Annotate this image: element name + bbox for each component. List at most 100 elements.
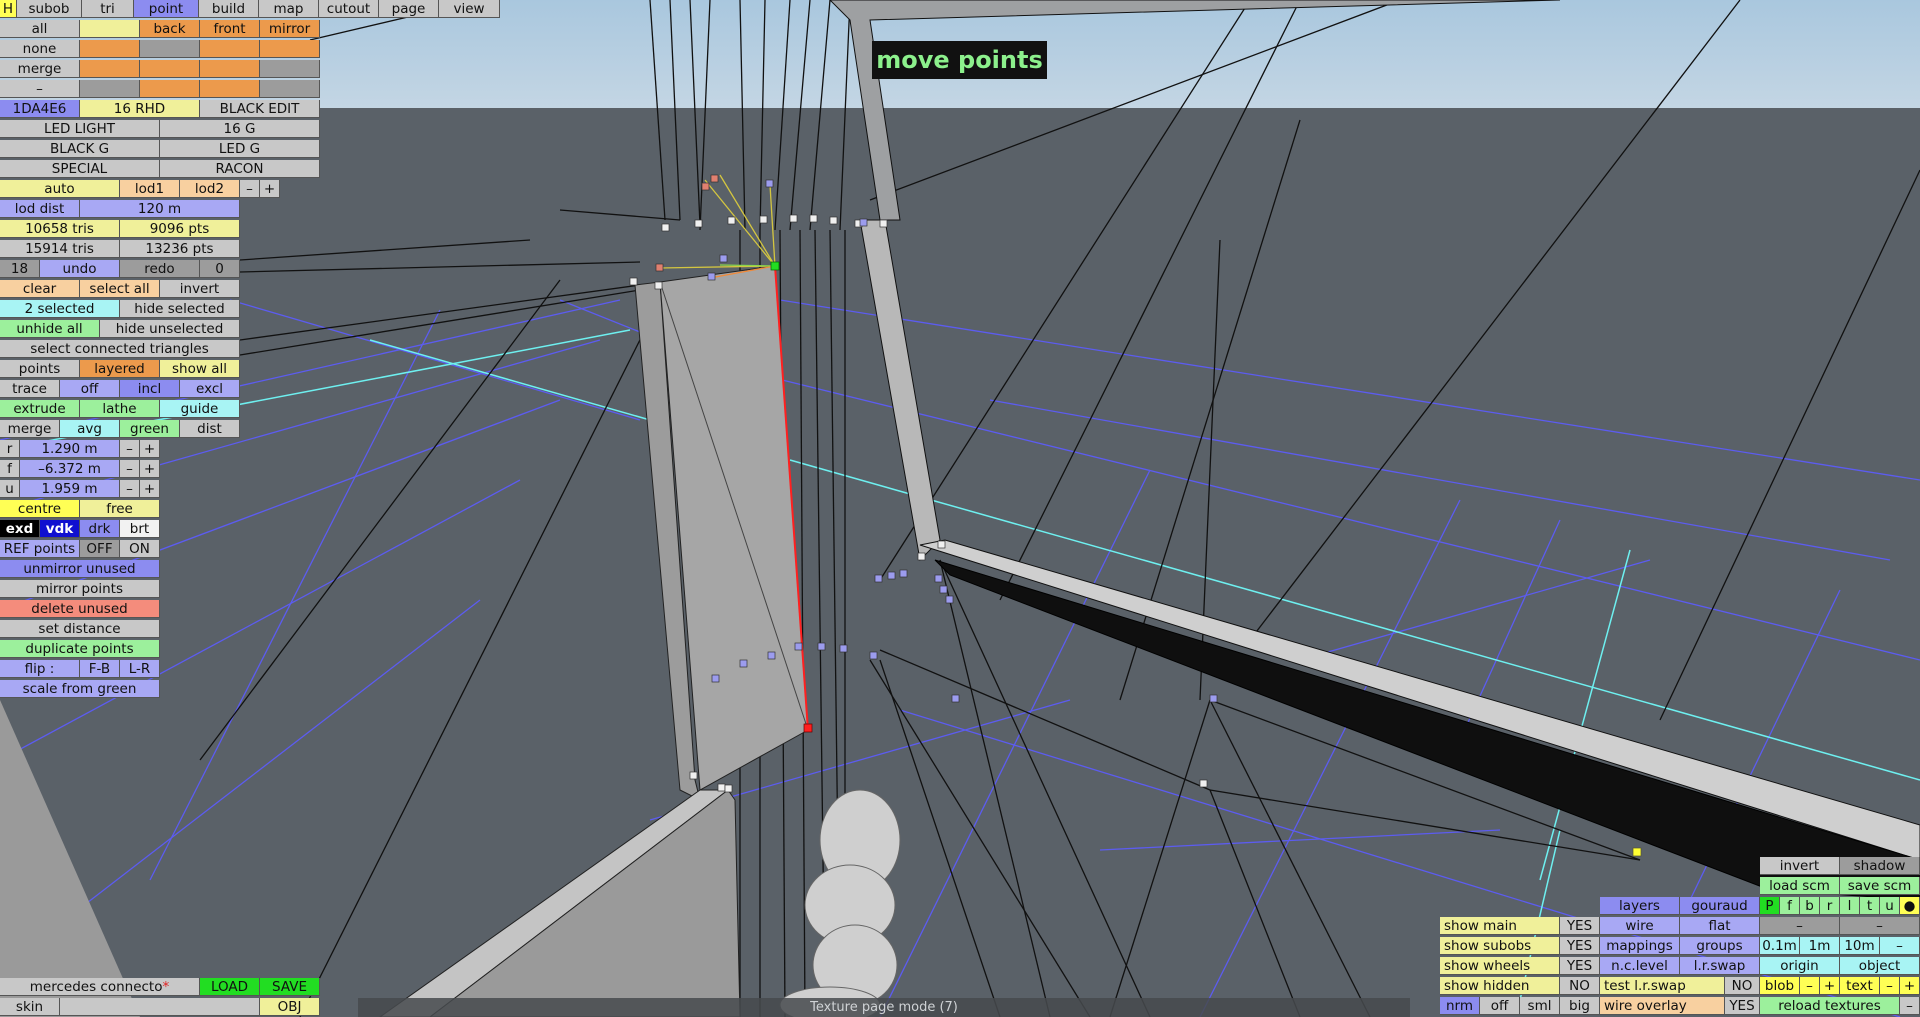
view-r-button[interactable]: r — [1820, 897, 1840, 915]
wire-overlay-value[interactable]: YES — [1725, 997, 1760, 1015]
tri-tab[interactable]: tri — [82, 0, 134, 18]
select-all-side[interactable]: all — [0, 20, 80, 38]
swatch[interactable] — [140, 80, 200, 98]
delete-unused-button[interactable]: delete unused — [0, 600, 160, 618]
object-button[interactable]: object — [1840, 957, 1920, 975]
trace-off[interactable]: off — [60, 380, 120, 398]
ref-on-button[interactable]: ON — [120, 540, 160, 558]
merge-button[interactable]: merge — [0, 420, 60, 438]
trace-incl[interactable]: incl — [120, 380, 180, 398]
material-led-g[interactable]: LED G — [160, 140, 320, 158]
nc-level-button[interactable]: n.c.level — [1600, 957, 1680, 975]
front-button[interactable]: front — [200, 20, 260, 38]
r-plus[interactable]: + — [140, 440, 160, 458]
h-button[interactable]: H — [0, 0, 17, 18]
mappings-button[interactable]: mappings — [1600, 937, 1680, 955]
material-code[interactable]: 1DA4E6 — [0, 100, 80, 118]
scale-from-green-button[interactable]: scale from green — [0, 680, 160, 698]
material-black-edit[interactable]: BLACK EDIT — [200, 100, 320, 118]
set-distance-button[interactable]: set distance — [0, 620, 160, 638]
mirror-button[interactable]: mirror — [260, 20, 320, 38]
material-16g[interactable]: 16 G — [160, 120, 320, 138]
view-dot-button[interactable]: ● — [1900, 897, 1920, 915]
show-hidden-value[interactable]: NO — [1560, 977, 1600, 995]
reload-textures-button[interactable]: reload textures — [1760, 997, 1900, 1015]
grid-1m[interactable]: 1m — [1800, 937, 1840, 955]
size-sml[interactable]: sml — [1520, 997, 1560, 1015]
hide-unselected-button[interactable]: hide unselected — [100, 320, 240, 338]
back-button[interactable]: back — [140, 20, 200, 38]
swatch[interactable] — [80, 40, 140, 58]
map-tab[interactable]: map — [259, 0, 319, 18]
extrude-button[interactable]: extrude — [0, 400, 80, 418]
points-button[interactable]: points — [0, 360, 80, 378]
swatch[interactable] — [140, 60, 200, 78]
view-u-button[interactable]: u — [1880, 897, 1900, 915]
drk-button[interactable]: drk — [80, 520, 120, 538]
f-minus[interactable]: – — [120, 460, 140, 478]
swatch[interactable] — [200, 80, 260, 98]
wire-button[interactable]: wire — [1600, 917, 1680, 935]
show-wheels-value[interactable]: YES — [1560, 957, 1600, 975]
r-value[interactable]: 1.290 m — [20, 440, 120, 458]
grid-10m[interactable]: 10m — [1840, 937, 1880, 955]
dist-button[interactable]: dist — [180, 420, 240, 438]
material-special[interactable]: SPECIAL — [0, 160, 160, 178]
vdk-button[interactable]: vdk — [40, 520, 80, 538]
side-swatch[interactable] — [80, 20, 140, 38]
swatch[interactable] — [200, 40, 260, 58]
model-name[interactable]: mercedes connecto* — [0, 978, 200, 996]
redo-button[interactable]: redo — [120, 260, 200, 278]
swatch[interactable] — [260, 60, 320, 78]
layers-button[interactable]: layers — [1600, 897, 1680, 915]
swatch[interactable] — [260, 40, 320, 58]
lathe-button[interactable]: lathe — [80, 400, 160, 418]
swatch[interactable] — [80, 80, 140, 98]
subob-tab[interactable]: subob — [17, 0, 82, 18]
dash-right-button[interactable]: – — [1840, 917, 1920, 935]
view-l-button[interactable]: l — [1840, 897, 1860, 915]
f-plus[interactable]: + — [140, 460, 160, 478]
groups-button[interactable]: groups — [1680, 937, 1760, 955]
brt-button[interactable]: brt — [120, 520, 160, 538]
load-button[interactable]: LOAD — [200, 978, 260, 996]
centre-button[interactable]: centre — [0, 500, 80, 518]
f-value[interactable]: –6.372 m — [20, 460, 120, 478]
trace-button[interactable]: trace — [0, 380, 60, 398]
exd-button[interactable]: exd — [0, 520, 40, 538]
select-connected-button[interactable]: select connected triangles — [0, 340, 240, 358]
layered-button[interactable]: layered — [80, 360, 160, 378]
mirror-points-button[interactable]: mirror points — [0, 580, 160, 598]
invert-view-button[interactable]: invert — [1760, 857, 1840, 875]
text-plus[interactable]: + — [1900, 977, 1920, 995]
shadow-button[interactable]: shadow — [1840, 857, 1920, 875]
view-tab[interactable]: view — [439, 0, 500, 18]
lod-plus[interactable]: + — [260, 180, 280, 198]
swatch[interactable] — [80, 60, 140, 78]
obj-button[interactable]: OBJ — [260, 998, 320, 1016]
view-b-button[interactable]: b — [1800, 897, 1820, 915]
skin-field[interactable] — [60, 998, 260, 1016]
clear-button[interactable]: clear — [0, 280, 80, 298]
origin-button[interactable]: origin — [1760, 957, 1840, 975]
guide-button[interactable]: guide — [160, 400, 240, 418]
flat-button[interactable]: flat — [1680, 917, 1760, 935]
text-minus[interactable]: – — [1880, 977, 1900, 995]
blob-minus[interactable]: – — [1800, 977, 1820, 995]
r-minus[interactable]: – — [120, 440, 140, 458]
lod-dist-value[interactable]: 120 m — [80, 200, 240, 218]
show-subobs-value[interactable]: YES — [1560, 937, 1600, 955]
size-off[interactable]: off — [1480, 997, 1520, 1015]
reload-minus[interactable]: – — [1900, 997, 1920, 1015]
material-16rhd[interactable]: 16 RHD — [80, 100, 200, 118]
hide-selected-button[interactable]: hide selected — [120, 300, 240, 318]
show-main-value[interactable]: YES — [1560, 917, 1600, 935]
swatch[interactable] — [200, 60, 260, 78]
unmirror-unused-button[interactable]: unmirror unused — [0, 560, 160, 578]
grid-minus[interactable]: – — [1880, 937, 1920, 955]
gouraud-button[interactable]: gouraud — [1680, 897, 1760, 915]
merge-selection[interactable]: merge — [0, 60, 80, 78]
ref-off-button[interactable]: OFF — [80, 540, 120, 558]
build-tab[interactable]: build — [199, 0, 259, 18]
u-minus[interactable]: – — [120, 480, 140, 498]
